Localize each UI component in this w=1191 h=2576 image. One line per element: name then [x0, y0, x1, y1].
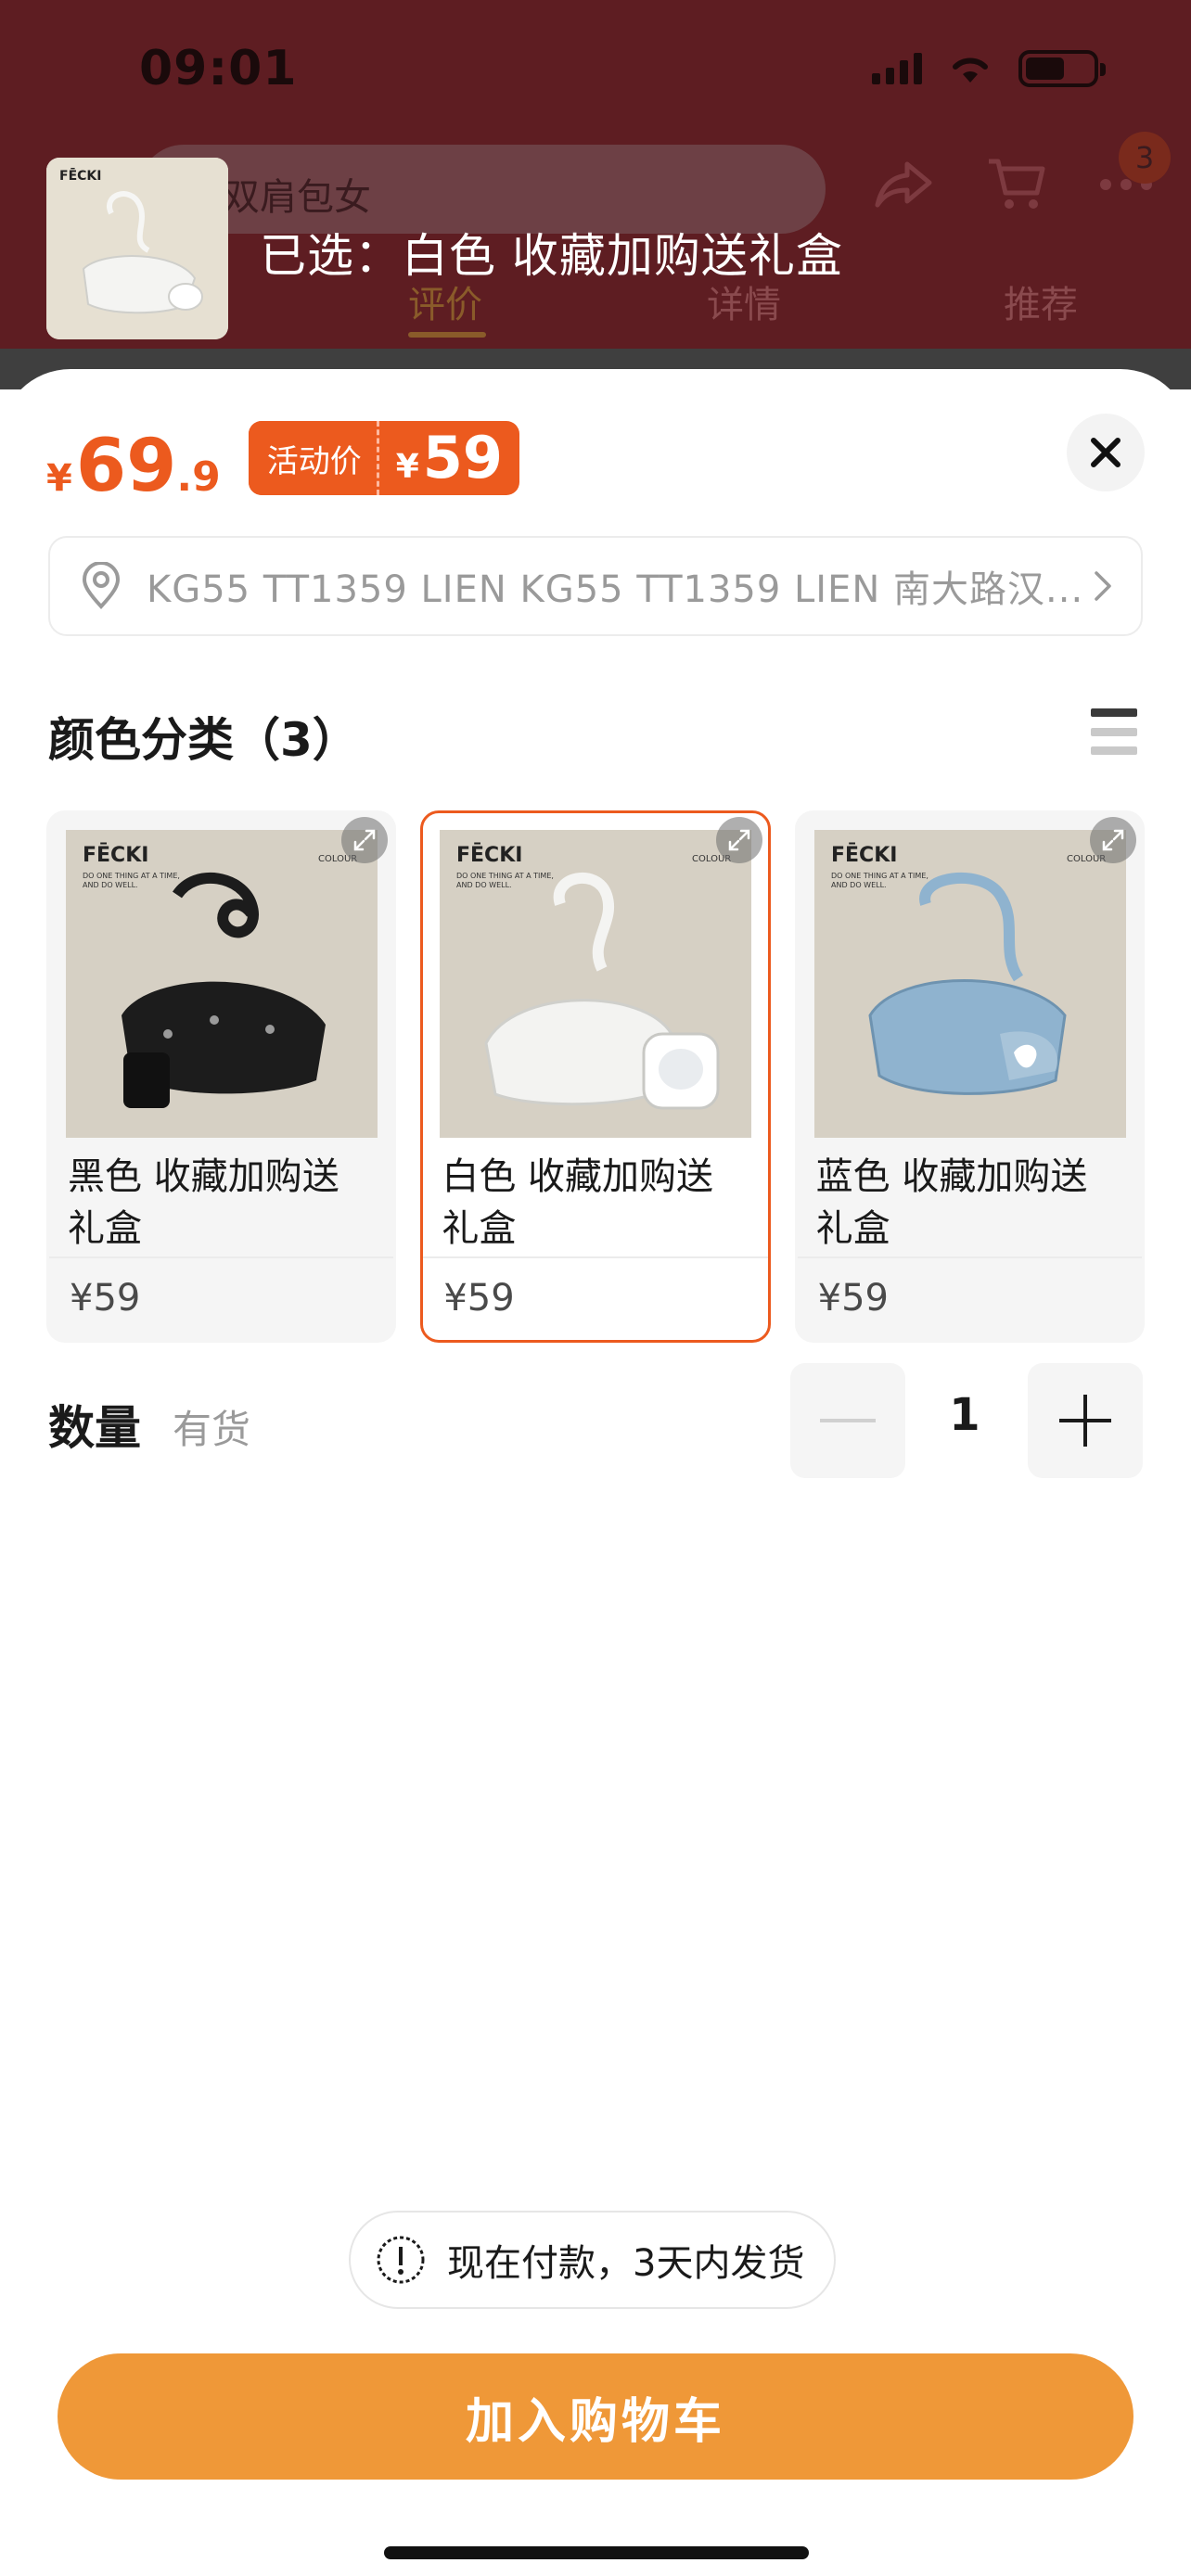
variant-divider [423, 1256, 768, 1258]
expand-image-button[interactable] [1089, 817, 1136, 863]
share-icon [875, 161, 932, 208]
wifi-icon [953, 57, 988, 83]
shipping-tip-text: 现在付款，3天内发货 [447, 2242, 805, 2285]
variant-option-blue[interactable]: FĒCKI DO ONE THING AT A TIME, AND DO WEL… [794, 810, 1145, 1343]
svg-text:DO ONE THING AT A TIME,: DO ONE THING AT A TIME, [831, 872, 928, 880]
variant-option-black[interactable]: FĒCKI DO ONE THING AT A TIME, AND DO WEL… [46, 810, 397, 1343]
svg-text:FĒCKI: FĒCKI [456, 843, 522, 867]
variant-name: 黑色 收藏加购送礼盒 [68, 1155, 339, 1250]
signal-icon [872, 53, 922, 84]
variant-price: ¥59 [443, 1277, 515, 1320]
price-currency: ¥ [46, 457, 72, 500]
address-text: KG55 TT1359 LIEN KG55 TT1359 LIEN 南大路汉..… [147, 568, 1084, 611]
tab-recommend: 推荐 [1004, 284, 1078, 326]
promo-price-badge: 活动价 ¥ 59 [248, 421, 520, 495]
status-bar: 09:01 [0, 0, 1191, 139]
close-button[interactable] [1067, 414, 1145, 491]
minus-icon [820, 1419, 876, 1422]
quantity-label: 数量 [48, 1401, 141, 1455]
price-decimal: .9 [176, 453, 221, 501]
sku-selector-sheet: ¥ 69 .9 活动价 ¥ 59 KG55 TT1359 LIEN KG55 T… [0, 369, 1191, 2576]
close-icon [1091, 438, 1121, 467]
status-time: 09:01 [139, 41, 298, 96]
promo-label: 活动价 [248, 421, 379, 495]
background-actions [874, 156, 1154, 213]
list-view-toggle-icon[interactable] [1091, 708, 1137, 755]
cart-icon [989, 159, 1045, 209]
expand-image-button[interactable] [341, 817, 389, 863]
cart-badge: 3 [1119, 132, 1171, 184]
info-circle-icon [377, 2236, 425, 2284]
selected-variant-text: 已选：白色 收藏加购送礼盒 [260, 229, 843, 283]
plus-icon [1059, 1395, 1111, 1447]
current-price: ¥ 69 .9 [46, 430, 221, 503]
quantity-increase-button[interactable] [1028, 1363, 1143, 1478]
shipping-tip: 现在付款，3天内发货 [349, 2211, 837, 2309]
variant-image-white: FĒCKI DO ONE THING AT A TIME, AND DO WEL… [440, 830, 752, 1138]
expand-image-button[interactable] [715, 817, 762, 863]
status-icons [872, 50, 1106, 87]
quantity-value[interactable]: 1 [918, 1389, 1011, 1441]
promo-amount: ¥ 59 [379, 429, 519, 487]
expand-icon [1102, 829, 1124, 851]
price-row: ¥ 69 .9 活动价 ¥ 59 [46, 419, 520, 503]
promo-value: 59 [422, 424, 504, 491]
address-selector[interactable]: KG55 TT1359 LIEN KG55 TT1359 LIEN 南大路汉..… [48, 536, 1143, 636]
expand-icon [354, 829, 376, 851]
tab-underline [408, 332, 486, 338]
variant-price: ¥59 [817, 1277, 890, 1320]
quantity-decrease-button[interactable] [790, 1363, 905, 1478]
color-section-title: 颜色分类（3） [48, 713, 359, 767]
svg-text:FĒCKI: FĒCKI [59, 167, 101, 184]
expand-icon [728, 829, 749, 851]
bag-image-white: FĒCKI [46, 158, 228, 339]
svg-text:DO ONE THING AT A TIME,: DO ONE THING AT A TIME, [83, 872, 180, 880]
selected-variant-thumbnail[interactable]: FĒCKI [46, 158, 228, 339]
variant-image-blue: FĒCKI DO ONE THING AT A TIME, AND DO WEL… [813, 830, 1126, 1138]
variant-option-white[interactable]: FĒCKI DO ONE THING AT A TIME, AND DO WEL… [420, 810, 771, 1343]
bag-image-black: FĒCKI DO ONE THING AT A TIME, AND DO WEL… [66, 830, 378, 1138]
svg-text:FĒCKI: FĒCKI [83, 843, 148, 867]
svg-text:FĒCKI: FĒCKI [831, 843, 897, 867]
price-integer: 69 [75, 425, 177, 508]
svg-text:AND DO WELL.: AND DO WELL. [83, 881, 138, 889]
background-search-placeholder: 双肩包女 [223, 176, 371, 219]
add-to-cart-button[interactable]: 加入购物车 [58, 2353, 1133, 2480]
variant-divider [49, 1256, 394, 1258]
svg-text:DO ONE THING AT A TIME,: DO ONE THING AT A TIME, [456, 872, 554, 880]
svg-text:AND DO WELL.: AND DO WELL. [456, 881, 512, 889]
svg-text:AND DO WELL.: AND DO WELL. [831, 881, 887, 889]
home-indicator [384, 2546, 809, 2559]
variant-name: 白色 收藏加购送礼盒 [442, 1155, 714, 1250]
bag-image-blue: FĒCKI DO ONE THING AT A TIME, AND DO WEL… [813, 830, 1126, 1138]
variant-price: ¥59 [70, 1277, 141, 1320]
variant-divider [797, 1256, 1142, 1258]
variant-image-black: FĒCKI DO ONE THING AT A TIME, AND DO WEL… [66, 830, 378, 1138]
promo-currency: ¥ [395, 448, 419, 486]
variant-list: FĒCKI DO ONE THING AT A TIME, AND DO WEL… [46, 810, 1145, 1343]
battery-icon [1018, 50, 1106, 87]
chevron-right-icon [1095, 571, 1111, 601]
variant-name: 蓝色 收藏加购送礼盒 [815, 1155, 1088, 1250]
location-pin-icon [82, 562, 121, 609]
bag-image-white: FĒCKI DO ONE THING AT A TIME, AND DO WEL… [440, 830, 752, 1138]
stock-status: 有货 [173, 1407, 251, 1452]
